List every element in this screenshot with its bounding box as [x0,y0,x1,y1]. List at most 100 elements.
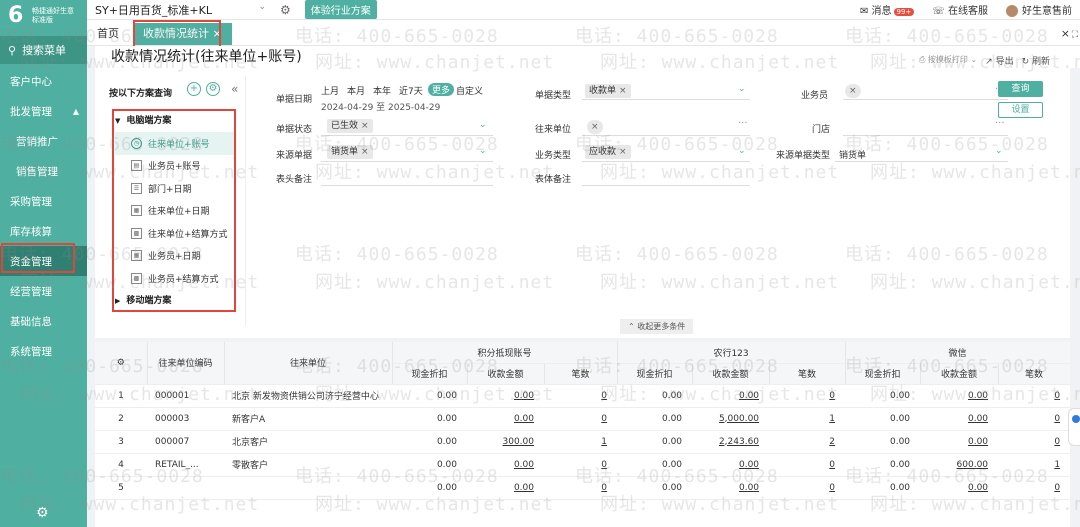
store-field[interactable] [843,118,1008,136]
amount-cell[interactable]: 600.00 [920,453,999,477]
amount-cell[interactable]: 0.00 [467,476,544,500]
count-cell[interactable]: 1 [998,453,1070,477]
amount-cell[interactable]: 2,243.60 [692,430,770,454]
date-last-month[interactable]: 上月 [321,84,339,97]
partner-field[interactable] [582,118,750,136]
amount-cell[interactable]: 0.00 [692,453,770,477]
table-row[interactable]: 4 RETAIL_... 零散客户 0.00 0.00 0 0.00 0.00 0 0.00 600… [95,453,1070,477]
count-cell[interactable]: 1 [544,430,618,454]
sidebar-item-system[interactable]: 系统管理 [0,336,87,366]
chevron-down-icon[interactable]: ⌄ [995,146,1003,156]
sidebar-item-basic-info[interactable]: 基础信息 [0,306,87,336]
count-cell[interactable]: 0 [544,476,618,500]
amount-cell[interactable]: 0.00 [920,384,999,408]
sidebar-item-inventory[interactable]: 库存核算 [0,216,87,246]
partner-name-cell: 北京 新发物资供销公司济宁经营中心 [224,384,392,408]
tag-sales-doc[interactable]: 销货单 × [327,145,373,159]
tag-receivable[interactable]: 应收款 × [585,145,631,159]
amount-cell[interactable]: 5,000.00 [692,407,770,431]
count-cell[interactable]: 0 [998,476,1070,500]
count-cell[interactable]: 0 [998,430,1070,454]
count-cell[interactable]: 0 [998,407,1070,431]
sidebar-item-sales[interactable]: 销售管理 [0,156,87,186]
amount-cell[interactable]: 0.00 [467,384,544,408]
scheme-settings-icon[interactable]: ⚙ [206,82,220,96]
remove-tag-icon[interactable]: × [591,122,599,132]
tab-home[interactable]: 首页 [87,23,129,45]
remove-tag-icon[interactable]: × [619,147,627,157]
count-cell[interactable]: 0 [769,453,846,477]
amount-cell[interactable]: 300.00 [467,430,544,454]
page-header: 收款情况统计(往来单位+账号) ⎙ 按模板打印 ⌄ ↗ 导出 ↻ 刷新 [95,46,1080,68]
count-cell[interactable]: 0 [998,384,1070,408]
collapse-left-icon[interactable]: « [231,82,238,96]
collapse-more-button[interactable]: ⌃ 收起更多条件 [620,319,694,334]
settings-gear-icon[interactable]: ⚙ [36,505,49,521]
chevron-down-icon[interactable]: ⌄ [479,120,487,130]
search-menu-button[interactable]: ⚲ 搜索菜单 [0,36,87,64]
salesman-field[interactable] [843,82,1008,100]
body-note-input[interactable] [582,168,750,186]
sub-col-amount: 收款金额 [467,363,545,385]
sidebar-item-marketing[interactable]: 营销推广 [0,126,87,156]
amount-cell[interactable]: 0.00 [467,453,544,477]
count-cell[interactable]: 0 [544,384,618,408]
messages-button[interactable]: ✉ 消息 99+ [860,2,915,17]
tag-receipt[interactable]: 收款单 × [585,84,631,98]
settings-button[interactable]: 设置 [998,102,1043,118]
date-range[interactable]: 2024-04-29 至 2025-04-29 [321,100,440,113]
user-menu[interactable]: 好生意售前 [1006,2,1072,17]
amount-cell[interactable]: 0.00 [467,407,544,431]
side-help-widget[interactable] [1068,408,1080,446]
remove-tag-icon[interactable]: × [361,121,369,131]
remove-tag-icon[interactable]: × [849,86,857,96]
amount-cell[interactable]: 0.00 [920,430,999,454]
gear-icon[interactable]: ⚙ [280,3,291,17]
count-cell[interactable]: 0 [544,407,618,431]
sidebar-item-purchase[interactable]: 采购管理 [0,186,87,216]
logo-text-1: 畅捷通好生意 [32,7,74,15]
chevron-down-icon[interactable]: ⌄ [738,146,746,156]
fullscreen-icon[interactable]: ⛶ [1072,30,1078,40]
table-row[interactable]: 1 000001 北京 新发物资供销公司济宁经营中心 0.00 0.00 0 0.00 0.0… [95,384,1070,408]
tag-effective[interactable]: 已生效 × [327,119,373,133]
amount-cell[interactable]: 0.00 [920,476,999,500]
print-button[interactable]: ⎙ 按模板打印 ⌄ [919,54,977,67]
remove-tag-icon[interactable]: × [619,86,627,96]
chevron-down-icon[interactable]: ⌄ [479,146,487,156]
industry-solution-button[interactable]: 体验行业方案 [304,0,377,19]
table-row[interactable]: 3 000007 北京客户 0.00 300.00 1 0.00 2,243.60 2 0.00 0… [95,430,1070,454]
date-more[interactable]: 更多 [428,83,455,96]
header-note-input[interactable] [321,168,493,186]
support-button[interactable]: ☏ 在线客服 [932,2,988,17]
chevron-down-icon[interactable]: ⌄ [738,84,746,94]
date-custom[interactable]: 自定义 [456,84,483,97]
count-cell[interactable]: 0 [769,476,846,500]
export-button[interactable]: ↗ 导出 [985,54,1013,67]
table-row[interactable]: 2 000003 新客户A 0.00 0.00 0 0.00 5,000.00 1 0.00 0.0… [95,407,1070,431]
more-dots-icon[interactable]: ··· [738,118,748,129]
refresh-button[interactable]: ↻ 刷新 [1022,54,1050,67]
table-row[interactable]: 5 0.00 0.00 0 0.00 0.00 0 0.00 0.00 0 [95,476,1070,500]
sidebar-item-wholesale[interactable]: 批发管理 ▲ [0,96,87,126]
date-this-year[interactable]: 本年 [373,84,391,97]
date-last-7-days[interactable]: 近7天 [399,84,423,97]
count-cell[interactable]: 2 [769,430,846,454]
amount-cell[interactable]: 0.00 [692,476,770,500]
sidebar-item-operations[interactable]: 经营管理 [0,276,87,306]
add-scheme-icon[interactable]: + [187,82,201,96]
count-cell[interactable]: 1 [769,407,846,431]
more-dots-icon[interactable]: ··· [995,118,1005,129]
sidebar-item-customer[interactable]: 客户中心 [0,66,87,96]
partner-clear[interactable]: × [587,120,603,134]
remove-tag-icon[interactable]: × [361,147,369,157]
count-cell[interactable]: 0 [769,384,846,408]
count-cell[interactable]: 0 [544,453,618,477]
company-selector[interactable]: SY+日用百货_标准+KL ⌄ [95,2,270,18]
salesman-clear[interactable]: × [845,84,861,98]
date-this-month[interactable]: 本月 [347,84,365,97]
query-button[interactable]: 查询 [998,81,1043,97]
amount-cell[interactable]: 0.00 [920,407,999,431]
amount-cell[interactable]: 0.00 [692,384,770,408]
column-settings[interactable]: ⚙ [95,342,148,385]
